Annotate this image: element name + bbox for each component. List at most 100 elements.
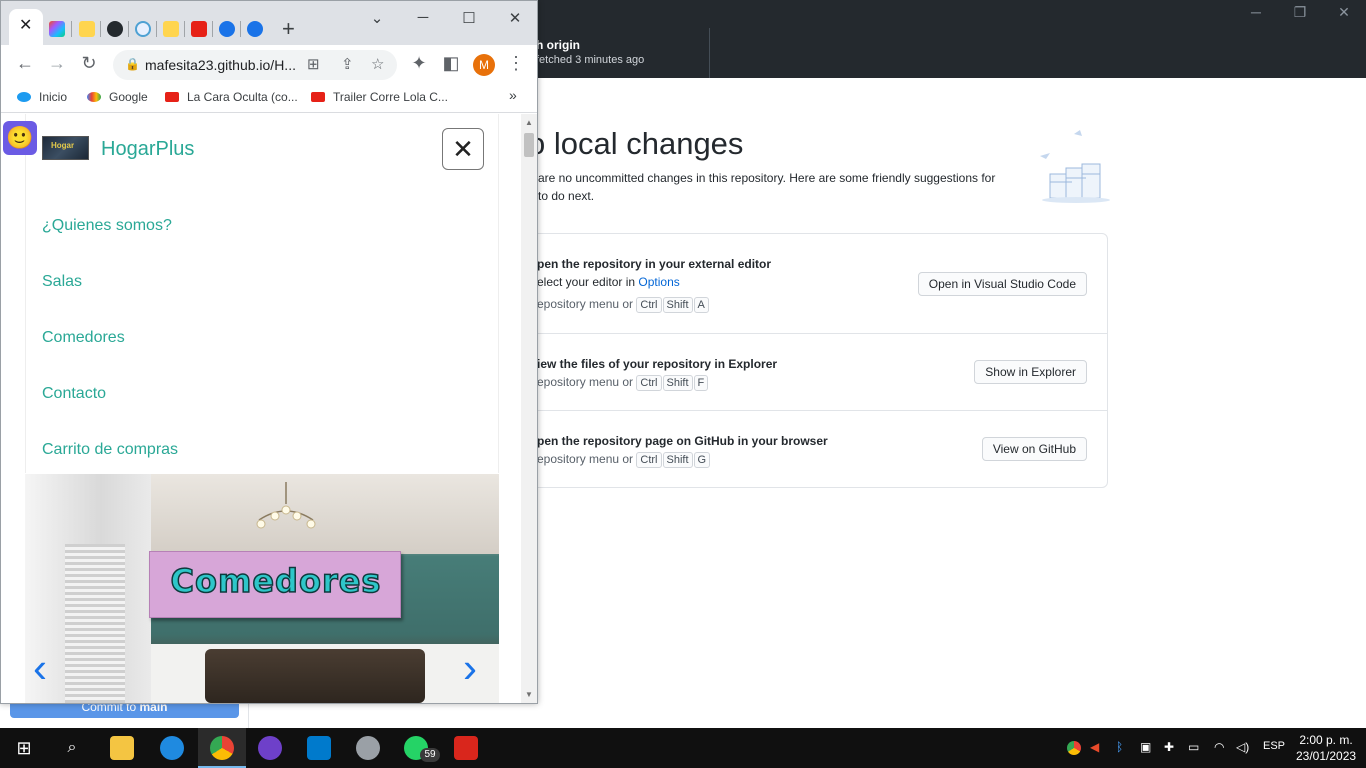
tray-speaker-muted-icon[interactable]: ◀ bbox=[1090, 740, 1099, 754]
suggestion-title: pen the repository in your external edit… bbox=[537, 257, 772, 271]
youtube-icon[interactable] bbox=[191, 21, 207, 37]
tray-app2-icon[interactable]: ✚ bbox=[1164, 740, 1174, 754]
back-icon[interactable]: ← bbox=[15, 53, 35, 74]
minimize-icon[interactable]: ─ bbox=[413, 9, 433, 26]
view-on-github-button[interactable]: View on GitHub bbox=[981, 437, 1087, 461]
options-link[interactable]: Options bbox=[638, 275, 679, 289]
tab-close-icon[interactable]: ✕ bbox=[19, 15, 32, 35]
acrobat-icon[interactable] bbox=[454, 736, 478, 760]
minimize-icon[interactable]: ─ bbox=[1246, 4, 1266, 20]
maximize-icon[interactable]: ☐ bbox=[459, 9, 479, 27]
page-scrollbar[interactable]: ▲ ▼ bbox=[521, 114, 537, 703]
edge-icon[interactable] bbox=[247, 21, 263, 37]
windows-start-icon[interactable]: ⊞ bbox=[12, 736, 36, 760]
tray-app-icon[interactable]: ▣ bbox=[1140, 740, 1151, 754]
side-panel-icon[interactable]: ◧ bbox=[441, 53, 461, 74]
site-icon[interactable] bbox=[135, 21, 151, 37]
menu-item-contacto[interactable]: Contacto bbox=[42, 385, 106, 403]
suggestions-card: pen the repository in your external edit… bbox=[520, 233, 1108, 488]
extensions-icon[interactable]: ✦ bbox=[409, 53, 429, 74]
close-menu-button[interactable]: ✕ bbox=[442, 128, 484, 170]
github-icon[interactable] bbox=[107, 21, 123, 37]
menu-item-carrito[interactable]: Carrito de compras bbox=[42, 441, 178, 459]
clock[interactable]: 2:00 p. m. 23/01/2023 bbox=[1296, 732, 1356, 764]
show-in-explorer-button[interactable]: Show in Explorer bbox=[974, 360, 1087, 384]
tab-separator bbox=[212, 21, 213, 37]
brand-name[interactable]: HogarPlus bbox=[101, 138, 194, 161]
suggestion-row-github: pen the repository page on GitHub in you… bbox=[521, 411, 1107, 488]
google-icon bbox=[87, 92, 101, 102]
kbd-key: A bbox=[693, 297, 709, 313]
chrome-icon[interactable] bbox=[210, 736, 234, 760]
address-bar[interactable]: 🔒 mafesita23.github.io/H... ⊞ ⇪ ☆ bbox=[113, 50, 397, 80]
bookmark-star-icon[interactable]: ☆ bbox=[371, 55, 384, 73]
translate-icon[interactable]: ⊞ bbox=[307, 55, 320, 73]
menu-item-comedores[interactable]: Comedores bbox=[42, 329, 125, 347]
kbd-key: Ctrl bbox=[636, 452, 662, 468]
site-logo[interactable]: Hogar bbox=[42, 136, 89, 160]
battery-icon[interactable]: ▭ bbox=[1188, 740, 1199, 754]
toolbar-divider bbox=[709, 28, 710, 78]
smiley-extension-icon[interactable]: 🙂 bbox=[3, 121, 37, 155]
bookmark-item[interactable]: Inicio bbox=[17, 90, 67, 104]
bookmark-item[interactable]: Google bbox=[87, 90, 148, 104]
vscode-icon[interactable] bbox=[307, 736, 331, 760]
file-explorer-icon[interactable] bbox=[110, 736, 134, 760]
figma-icon[interactable] bbox=[49, 21, 65, 37]
edge-icon[interactable] bbox=[219, 21, 235, 37]
menu-item-quienes-somos[interactable]: ¿Quienes somos? bbox=[42, 217, 172, 235]
edge-icon[interactable] bbox=[160, 736, 184, 760]
bookmark-label: Trailer Corre Lola C... bbox=[333, 90, 448, 104]
fetch-origin-title[interactable]: h origin bbox=[536, 38, 580, 52]
more-menu-icon[interactable]: ⋮ bbox=[506, 53, 526, 74]
omnibar: ← → ↻ 🔒 mafesita23.github.io/H... ⊞ ⇪ ☆ … bbox=[1, 45, 537, 85]
shortcut-prefix: epository menu or bbox=[537, 452, 634, 466]
vite-icon[interactable] bbox=[163, 21, 179, 37]
url-text[interactable]: mafesita23.github.io/H... bbox=[145, 57, 296, 73]
scroll-thumb[interactable] bbox=[524, 133, 534, 157]
new-tab-icon[interactable]: + bbox=[282, 16, 295, 42]
language-indicator[interactable]: ESP bbox=[1263, 740, 1285, 752]
kbd-key: Ctrl bbox=[636, 375, 662, 391]
carousel-prev-icon[interactable]: ‹ bbox=[33, 644, 47, 692]
scroll-down-icon[interactable]: ▼ bbox=[525, 690, 533, 699]
github-desktop-icon[interactable] bbox=[258, 736, 282, 760]
kbd-key: G bbox=[693, 452, 711, 468]
wifi-icon[interactable]: ◠ bbox=[1214, 740, 1224, 754]
tab-strip: ✕ + ⌄ ─ ☐ ✕ bbox=[1, 1, 537, 45]
carousel-slide: Comedores ‹ › bbox=[25, 474, 499, 703]
search-icon[interactable]: ⌕ bbox=[60, 736, 84, 760]
vite-icon[interactable] bbox=[79, 21, 95, 37]
volume-icon[interactable]: ◁) bbox=[1236, 740, 1249, 754]
bookmark-item[interactable]: La Cara Oculta (co... bbox=[165, 90, 298, 104]
close-icon[interactable]: ✕ bbox=[505, 9, 525, 27]
scroll-up-icon[interactable]: ▲ bbox=[525, 118, 533, 127]
open-in-vscode-button[interactable]: Open in Visual Studio Code bbox=[917, 272, 1087, 296]
lock-icon[interactable]: 🔒 bbox=[125, 57, 140, 71]
profile-avatar[interactable]: M bbox=[473, 54, 495, 76]
bluetooth-icon[interactable]: ᛒ bbox=[1116, 740, 1123, 754]
tab-search-icon[interactable]: ⌄ bbox=[367, 9, 387, 27]
banner-text: Comedores bbox=[170, 561, 382, 601]
close-icon[interactable]: ✕ bbox=[1334, 4, 1354, 21]
forward-icon[interactable]: → bbox=[47, 53, 67, 74]
tray-chrome-icon[interactable] bbox=[1067, 741, 1081, 755]
suggestion-row-editor: pen the repository in your external edit… bbox=[521, 234, 1107, 334]
more-bookmarks-icon[interactable]: » bbox=[509, 87, 517, 103]
suggestion-subtitle-text: elect your editor in bbox=[537, 275, 636, 289]
kbd-key: F bbox=[693, 375, 709, 391]
app-icon[interactable] bbox=[356, 736, 380, 760]
clock-time: 2:00 p. m. bbox=[1299, 733, 1353, 747]
banner-comedores: Comedores bbox=[149, 551, 401, 618]
empty-state-illustration-icon bbox=[1040, 130, 1110, 203]
bookmark-item[interactable]: Trailer Corre Lola C... bbox=[311, 90, 448, 104]
share-icon[interactable]: ⇪ bbox=[341, 55, 354, 73]
reload-icon[interactable]: ↻ bbox=[79, 53, 99, 74]
maximize-icon[interactable]: ❐ bbox=[1290, 4, 1310, 21]
youtube-icon bbox=[165, 92, 179, 102]
carousel-next-icon[interactable]: › bbox=[463, 644, 477, 692]
twitter-icon bbox=[17, 92, 31, 102]
tab-separator bbox=[100, 21, 101, 37]
kbd-key: Shift bbox=[662, 297, 693, 313]
menu-item-salas[interactable]: Salas bbox=[42, 273, 82, 291]
